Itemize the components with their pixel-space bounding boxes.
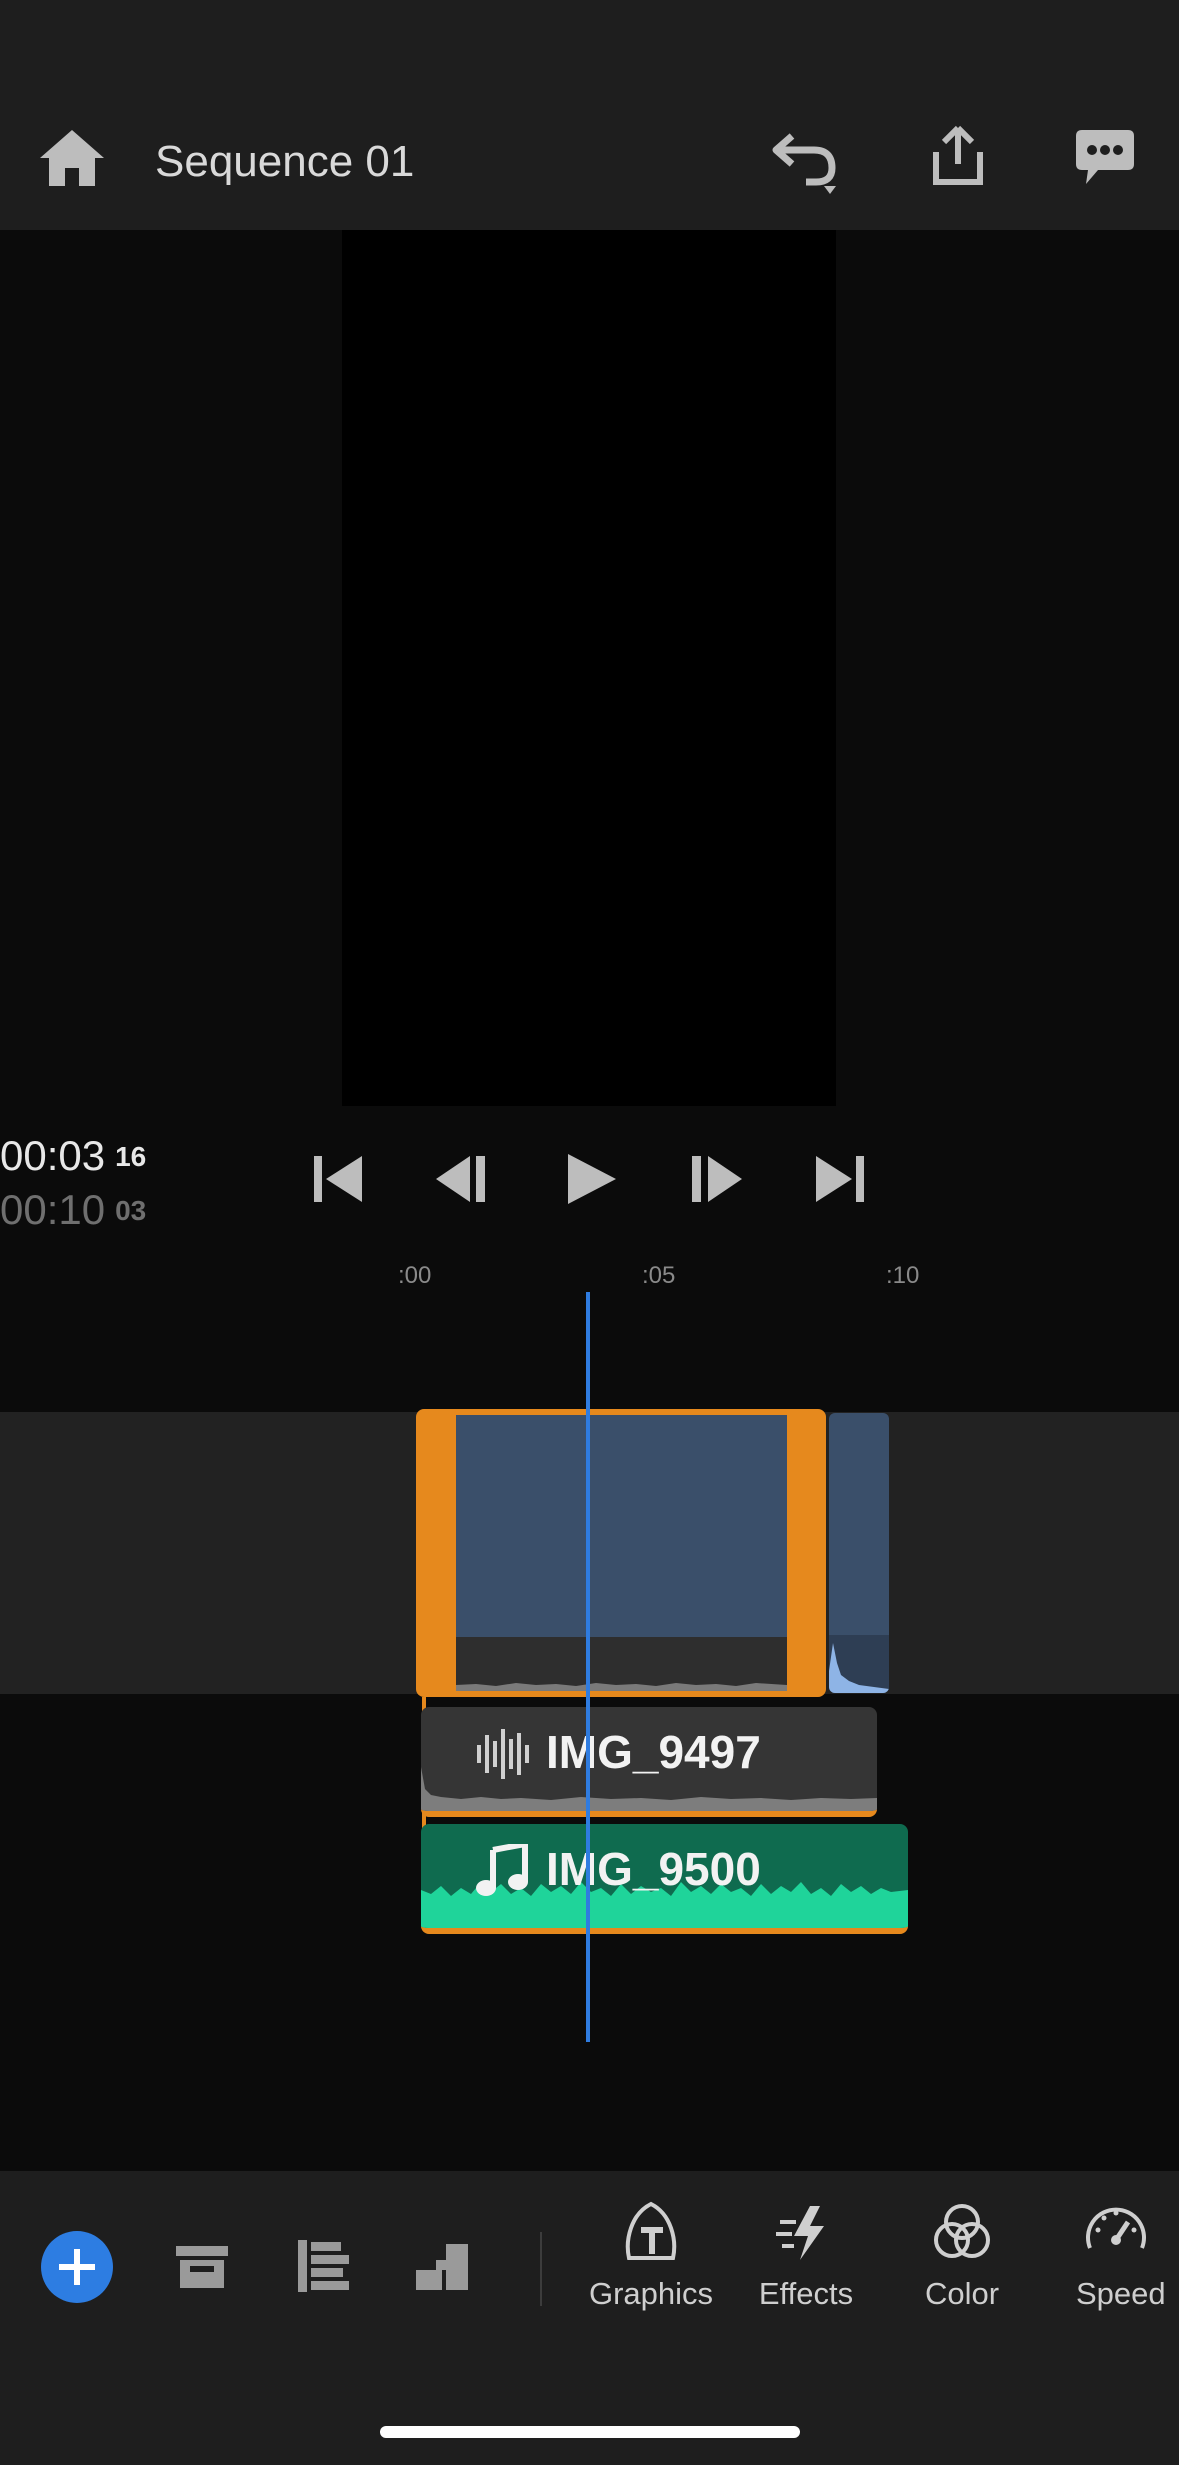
- toolbar-divider: [540, 2232, 542, 2306]
- video-preview[interactable]: [342, 230, 836, 1106]
- speed-icon: [1086, 2207, 1146, 2249]
- tool-graphics[interactable]: Graphics: [576, 2200, 726, 2330]
- music-note-icon: [475, 1840, 531, 1898]
- music-clip[interactable]: IMG_9500: [421, 1824, 908, 1934]
- tool-effects[interactable]: Effects: [731, 2200, 881, 2330]
- audio-clip-name: IMG_9497: [546, 1726, 761, 1778]
- undo-icon[interactable]: [770, 128, 846, 196]
- audio-clip[interactable]: IMG_9497: [421, 1707, 877, 1817]
- share-icon[interactable]: [928, 124, 988, 188]
- current-time: 00:03: [0, 1132, 106, 1179]
- tool-speed[interactable]: Speed: [1042, 2200, 1179, 2330]
- total-frames: 03: [115, 1195, 147, 1226]
- tool-color[interactable]: Color: [887, 2200, 1037, 2330]
- archive-icon[interactable]: [172, 2236, 232, 2296]
- skip-to-start-icon[interactable]: [306, 1148, 370, 1210]
- graphics-icon: [625, 2201, 677, 2260]
- play-icon[interactable]: [560, 1148, 624, 1210]
- video-clip[interactable]: [829, 1413, 889, 1693]
- tool-color-label: Color: [924, 2276, 1000, 2311]
- plus-icon: [59, 2249, 95, 2285]
- ruler-tick: :00: [398, 1262, 432, 1289]
- total-timecode: 00:10 03: [0, 1186, 146, 1239]
- ruler-tick: :10: [886, 1262, 920, 1289]
- add-media-button[interactable]: [41, 2231, 113, 2303]
- home-indicator: [380, 2426, 800, 2438]
- track-layout-icon[interactable]: [294, 2236, 354, 2296]
- waveform-icon: [475, 1727, 531, 1781]
- current-frames: 16: [115, 1141, 147, 1172]
- sequence-title[interactable]: Sequence 01: [155, 136, 414, 188]
- top-bar: [0, 0, 1179, 230]
- effects-icon: [776, 2206, 824, 2260]
- current-timecode: 00:03 16: [0, 1132, 146, 1185]
- aspect-ratio-icon[interactable]: [412, 2236, 472, 2296]
- step-forward-icon[interactable]: [684, 1148, 748, 1210]
- skip-to-end-icon[interactable]: [810, 1148, 874, 1210]
- music-clip-name: IMG_9500: [546, 1843, 761, 1895]
- tool-speed-label: Speed: [1076, 2276, 1166, 2311]
- ruler-tick: :05: [642, 1262, 676, 1289]
- video-clip-waveform: [456, 1637, 787, 1691]
- tool-effects-label: Effects: [758, 2276, 854, 2311]
- total-time: 00:10: [0, 1186, 106, 1233]
- color-icon: [934, 2204, 990, 2258]
- comment-icon[interactable]: [1074, 128, 1136, 188]
- tool-graphics-label: Graphics: [588, 2276, 714, 2311]
- playhead[interactable]: [586, 1292, 590, 2042]
- home-icon[interactable]: [38, 126, 106, 190]
- step-back-icon[interactable]: [432, 1148, 496, 1210]
